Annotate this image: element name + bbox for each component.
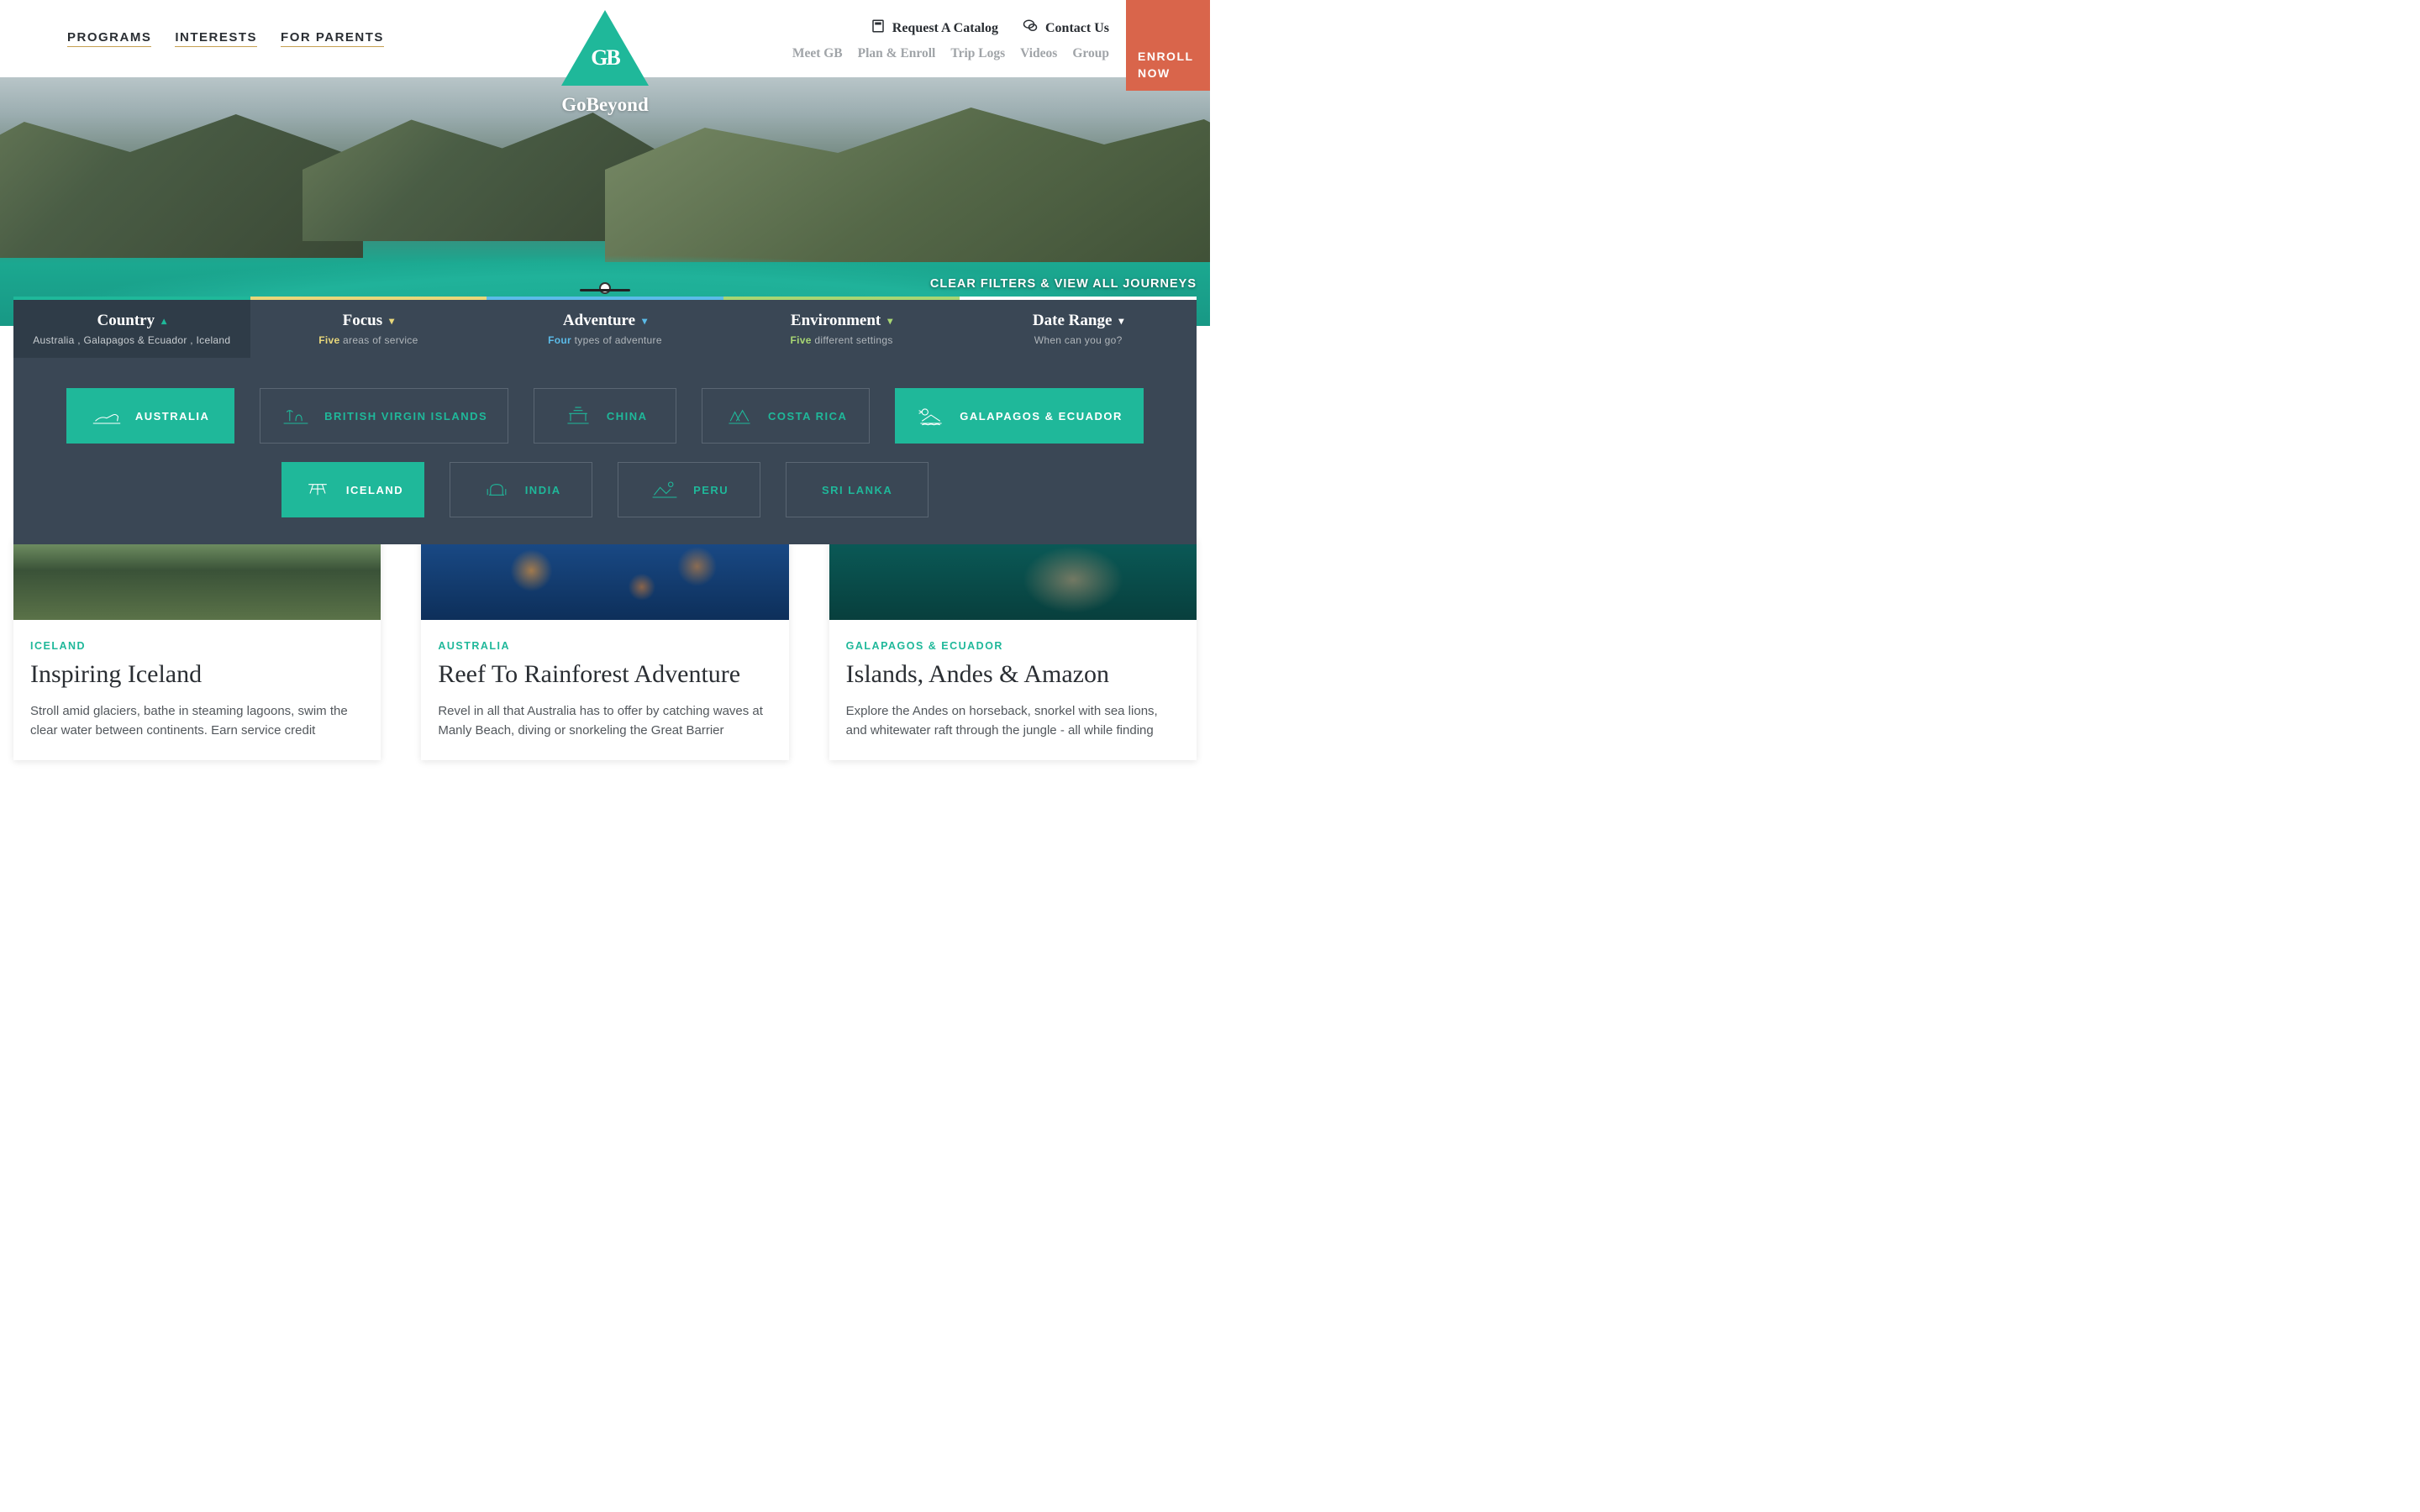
nav-group[interactable]: Group — [1072, 46, 1109, 61]
country-australia[interactable]: AUSTRALIA — [66, 388, 234, 444]
enroll-now-button[interactable]: ENROLL NOW — [1126, 0, 1210, 91]
country-label: AUSTRALIA — [135, 410, 210, 423]
country-label: ICELAND — [346, 484, 403, 496]
tab-environment-subtitle: different settings — [812, 334, 893, 346]
chat-icon — [1022, 18, 1039, 38]
country-label: GALAPAGOS & ECUADOR — [960, 410, 1123, 423]
card-iceland[interactable]: ICELAND Inspiring Iceland Stroll amid gl… — [13, 538, 381, 760]
tab-focus[interactable]: Focus ▾ Five areas of service — [250, 297, 487, 358]
request-catalog-label: Request A Catalog — [892, 21, 998, 36]
card-tag: AUSTRALIA — [438, 640, 771, 652]
logo-triangle-icon: GB — [561, 10, 649, 86]
card-tag: ICELAND — [30, 640, 364, 652]
country-china[interactable]: CHINA — [534, 388, 676, 444]
card-description: Explore the Andes on horseback, snorkel … — [846, 701, 1180, 741]
costa-rica-icon — [724, 404, 755, 428]
nav-meet-gb[interactable]: Meet GB — [792, 46, 843, 61]
chevron-down-icon: ▾ — [642, 315, 647, 328]
card-image — [13, 538, 381, 620]
country-label: SRI LANKA — [822, 484, 892, 496]
nav-for-parents[interactable]: FOR PARENTS — [281, 30, 384, 47]
secondary-nav: Meet GB Plan & Enroll Trip Logs Videos G… — [792, 46, 1109, 61]
card-galapagos[interactable]: GALAPAGOS & ECUADOR Islands, Andes & Ama… — [829, 538, 1197, 760]
nav-plan-enroll[interactable]: Plan & Enroll — [858, 46, 936, 61]
country-bvi[interactable]: BRITISH VIRGIN ISLANDS — [260, 388, 508, 444]
tab-adventure[interactable]: Adventure ▾ Four types of adventure — [487, 297, 723, 358]
country-label: PERU — [693, 484, 729, 496]
tab-environment-highlight: Five — [791, 334, 812, 346]
tab-focus-highlight: Five — [318, 334, 339, 346]
country-iceland[interactable]: ICELAND — [281, 462, 424, 517]
tab-focus-title: Focus — [343, 312, 383, 330]
galapagos-icon — [916, 404, 946, 428]
tab-date-range-subtitle: When can you go? — [1034, 334, 1123, 346]
tab-focus-subtitle: areas of service — [339, 334, 418, 346]
logo[interactable]: GB GoBeyond — [561, 10, 649, 116]
card-image — [829, 538, 1197, 620]
iceland-icon — [302, 478, 333, 501]
bvi-icon — [281, 404, 311, 428]
contact-us-label: Contact Us — [1045, 21, 1109, 36]
tab-environment[interactable]: Environment ▾ Five different settings — [723, 297, 960, 358]
request-catalog-link[interactable]: Request A Catalog — [871, 18, 998, 38]
tab-date-range[interactable]: Date Range ▾ When can you go? — [960, 297, 1197, 358]
chevron-down-icon: ▾ — [1118, 315, 1123, 328]
country-galapagos[interactable]: GALAPAGOS & ECUADOR — [895, 388, 1144, 444]
country-label: COSTA RICA — [768, 410, 847, 423]
card-australia[interactable]: AUSTRALIA Reef To Rainforest Adventure R… — [421, 538, 788, 760]
tab-date-range-title: Date Range — [1033, 312, 1112, 330]
country-sri-lanka[interactable]: SRI LANKA — [786, 462, 929, 517]
nav-programs[interactable]: PROGRAMS — [67, 30, 151, 47]
country-filter-panel: AUSTRALIA BRITISH VIRGIN ISLANDS CHINA C… — [13, 358, 1197, 544]
country-costa-rica[interactable]: COSTA RICA — [702, 388, 870, 444]
tab-country-title: Country — [97, 312, 155, 330]
filter-tabs: Country ▴ Australia , Galapagos & Ecuador… — [13, 297, 1197, 358]
clear-filters-link[interactable]: CLEAR FILTERS & VIEW ALL JOURNEYS — [930, 277, 1197, 291]
nav-videos[interactable]: Videos — [1020, 46, 1057, 61]
card-description: Revel in all that Australia has to offer… — [438, 701, 771, 741]
chevron-down-icon: ▾ — [389, 315, 394, 328]
card-image — [421, 538, 788, 620]
card-description: Stroll amid glaciers, bathe in steaming … — [30, 701, 364, 741]
card-tag: GALAPAGOS & ECUADOR — [846, 640, 1180, 652]
australia-icon — [92, 404, 122, 428]
card-title: Reef To Rainforest Adventure — [438, 660, 771, 690]
country-row-1: AUSTRALIA BRITISH VIRGIN ISLANDS CHINA C… — [39, 388, 1171, 444]
journey-cards: ICELAND Inspiring Iceland Stroll amid gl… — [13, 538, 1197, 760]
utility-nav: Request A Catalog Contact Us — [871, 18, 1109, 38]
tab-environment-title: Environment — [791, 312, 881, 330]
country-row-2: ICELAND INDIA PERU SRI LANKA — [39, 462, 1171, 517]
country-label: CHINA — [607, 410, 648, 423]
country-label: BRITISH VIRGIN ISLANDS — [324, 410, 487, 423]
tab-adventure-highlight: Four — [548, 334, 571, 346]
card-title: Islands, Andes & Amazon — [846, 660, 1180, 690]
country-india[interactable]: INDIA — [450, 462, 592, 517]
card-title: Inspiring Iceland — [30, 660, 364, 690]
contact-us-link[interactable]: Contact Us — [1022, 18, 1109, 38]
india-icon — [481, 478, 512, 501]
nav-trip-logs[interactable]: Trip Logs — [950, 46, 1005, 61]
china-icon — [563, 404, 593, 428]
peru-icon — [650, 478, 680, 501]
chevron-up-icon: ▴ — [161, 315, 166, 328]
tab-adventure-title: Adventure — [563, 312, 635, 330]
tab-adventure-subtitle: types of adventure — [571, 334, 662, 346]
nav-interests[interactable]: INTERESTS — [175, 30, 257, 47]
country-peru[interactable]: PERU — [618, 462, 760, 517]
tab-country[interactable]: Country ▴ Australia , Galapagos & Ecuador… — [13, 297, 250, 358]
primary-nav: PROGRAMS INTERESTS FOR PARENTS — [0, 30, 384, 47]
chevron-down-icon: ▾ — [887, 315, 892, 328]
country-label: INDIA — [525, 484, 561, 496]
logo-text: GoBeyond — [561, 94, 649, 116]
tab-country-subtitle: Australia , Galapagos & Ecuador , Icelan… — [33, 334, 230, 346]
logo-initials: GB — [585, 45, 625, 71]
catalog-icon — [871, 18, 886, 38]
